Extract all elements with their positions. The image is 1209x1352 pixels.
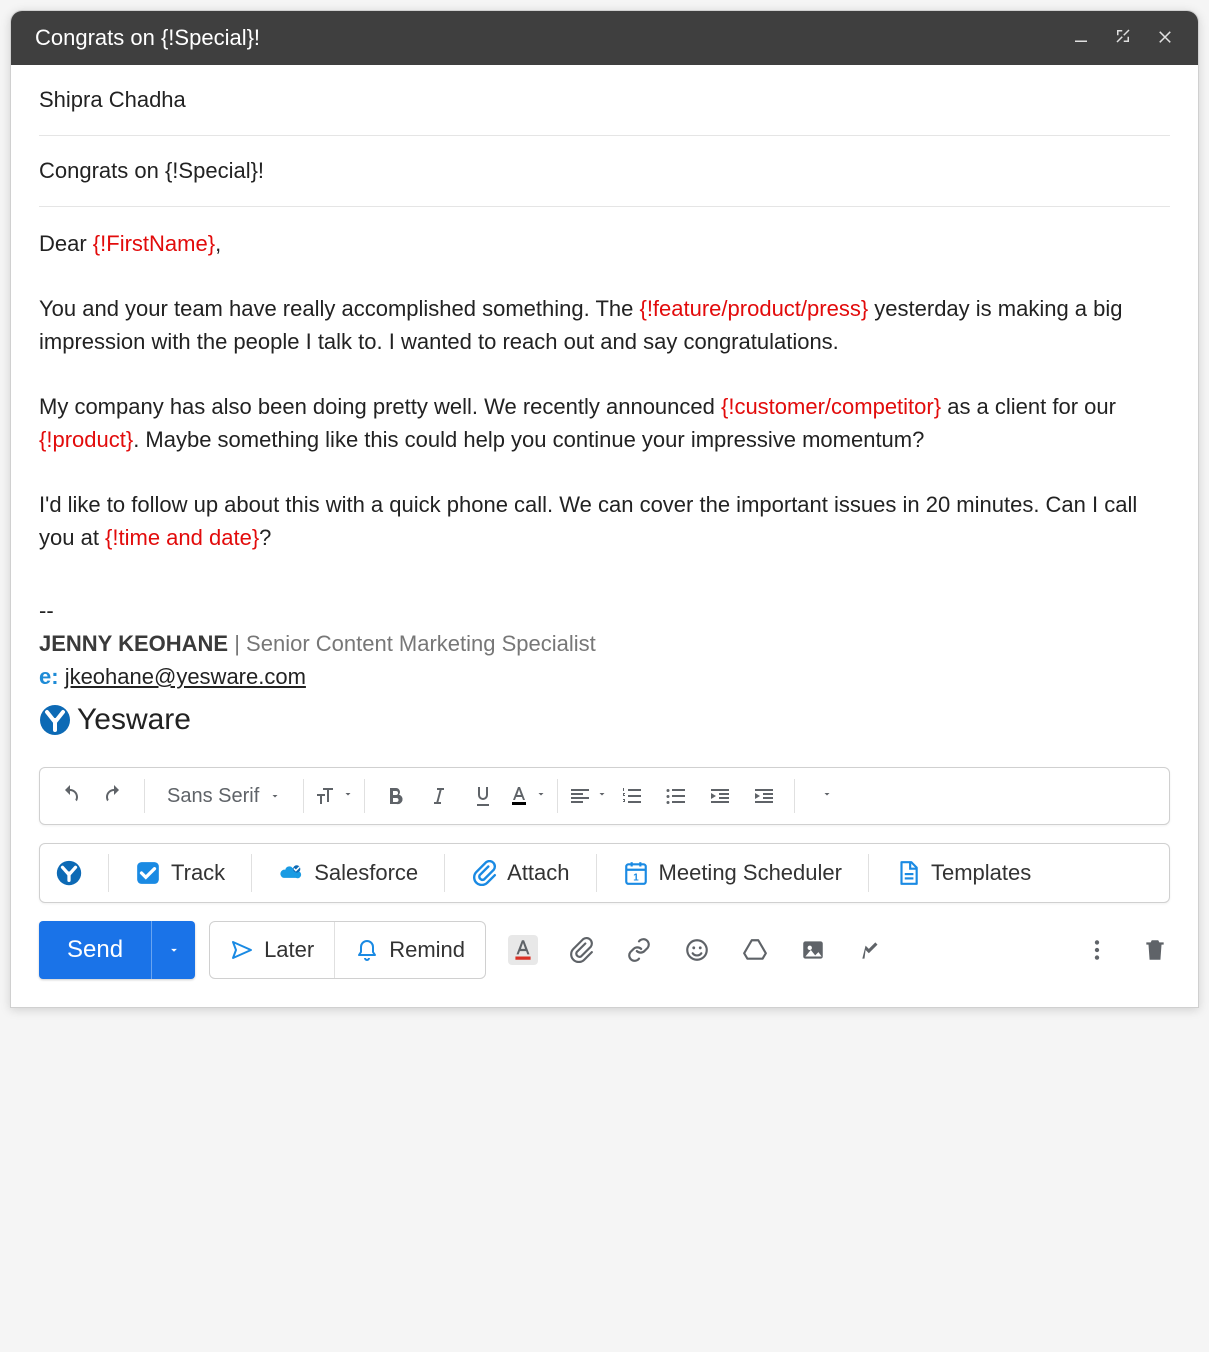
- signature-email-label: e:: [39, 664, 65, 689]
- svg-text:1: 1: [633, 873, 639, 884]
- yesware-logo-icon: [39, 704, 71, 736]
- insert-photo-button[interactable]: [798, 935, 828, 965]
- send-options-dropdown[interactable]: [151, 921, 195, 979]
- signature-email[interactable]: jkeohane@yesware.com: [65, 664, 306, 689]
- placeholder-customer: {!customer/competitor}: [721, 394, 941, 419]
- action-row: Send Later Remind: [39, 921, 1170, 979]
- body-paragraph-2: My company has also been doing pretty we…: [39, 390, 1170, 456]
- salesforce-cloud-icon: [278, 860, 304, 886]
- caret-down-icon: [167, 943, 181, 957]
- discard-draft-button[interactable]: [1140, 935, 1170, 965]
- signature-logo: Yesware: [39, 697, 1170, 742]
- indent-decrease-button[interactable]: [700, 776, 740, 816]
- toolbars: Sans Serif: [11, 767, 1198, 1007]
- confidential-mode-button[interactable]: [856, 935, 886, 965]
- templates-button[interactable]: Templates: [885, 856, 1041, 890]
- indent-increase-button[interactable]: [744, 776, 784, 816]
- caret-down-icon: [535, 787, 547, 805]
- font-size-button[interactable]: [314, 776, 354, 816]
- text-color-button[interactable]: [507, 776, 547, 816]
- body-paragraph-3: I'd like to follow up about this with a …: [39, 488, 1170, 554]
- minimize-icon[interactable]: [1072, 27, 1090, 50]
- signature-brand: Yesware: [77, 697, 191, 742]
- caret-down-icon: [821, 787, 833, 805]
- redo-button[interactable]: [94, 776, 134, 816]
- caret-down-icon: [269, 785, 281, 808]
- yesware-toolbar: Track Salesforce Attach 1 Meeting Schedu…: [39, 843, 1170, 903]
- placeholder-time: {!time and date}: [105, 525, 259, 550]
- expand-icon[interactable]: [1114, 27, 1132, 50]
- remind-button[interactable]: Remind: [334, 922, 485, 978]
- titlebar: Congrats on {!Special}!: [11, 11, 1198, 65]
- placeholder-firstname: {!FirstName}: [93, 231, 215, 256]
- calendar-icon: 1: [623, 860, 649, 886]
- numbered-list-button[interactable]: [612, 776, 652, 816]
- placeholder-product: {!product}: [39, 427, 133, 452]
- more-options-button[interactable]: [1082, 935, 1112, 965]
- bell-icon: [355, 938, 379, 962]
- meeting-scheduler-button[interactable]: 1 Meeting Scheduler: [613, 856, 852, 890]
- caret-down-icon: [596, 787, 608, 805]
- send-icon: [230, 938, 254, 962]
- insert-emoji-button[interactable]: [682, 935, 712, 965]
- greeting-line: Dear {!FirstName},: [39, 227, 1170, 260]
- more-formatting-button[interactable]: [805, 776, 845, 816]
- font-family-picker[interactable]: Sans Serif: [155, 785, 293, 808]
- body-paragraph-1: You and your team have really accomplish…: [39, 292, 1170, 358]
- insert-link-button[interactable]: [624, 935, 654, 965]
- bottom-icon-row: [508, 935, 1170, 965]
- attach-file-button[interactable]: [566, 935, 596, 965]
- italic-button[interactable]: [419, 776, 459, 816]
- yesware-logo-icon: [56, 860, 82, 886]
- signature-title: Senior Content Marketing Specialist: [246, 631, 596, 656]
- yesware-brand-button[interactable]: [54, 856, 92, 890]
- track-toggle[interactable]: Track: [125, 856, 235, 890]
- signature-separator: --: [39, 594, 1170, 627]
- close-icon[interactable]: [1156, 27, 1174, 50]
- header-fields: Shipra Chadha Congrats on {!Special}!: [11, 65, 1198, 207]
- undo-button[interactable]: [50, 776, 90, 816]
- compose-title: Congrats on {!Special}!: [35, 25, 260, 51]
- bulleted-list-button[interactable]: [656, 776, 696, 816]
- to-field[interactable]: Shipra Chadha: [39, 65, 1170, 136]
- underline-button[interactable]: [463, 776, 503, 816]
- signature-name: JENNY KEOHANE: [39, 631, 228, 656]
- caret-down-icon: [342, 787, 354, 805]
- attach-button[interactable]: Attach: [461, 856, 579, 890]
- send-later-button[interactable]: Later: [210, 922, 334, 978]
- signature-line: JENNY KEOHANE | Senior Content Marketing…: [39, 627, 1170, 660]
- subject-field[interactable]: Congrats on {!Special}!: [39, 136, 1170, 207]
- signature-email-line: e: jkeohane@yesware.com: [39, 660, 1170, 693]
- message-body[interactable]: Dear {!FirstName}, You and your team hav…: [11, 207, 1198, 767]
- compose-window: Congrats on {!Special}! Shipra Chadha Co…: [10, 10, 1199, 1008]
- paperclip-icon: [471, 860, 497, 886]
- schedule-group: Later Remind: [209, 921, 486, 979]
- titlebar-controls: [1072, 27, 1174, 50]
- formatting-toolbar: Sans Serif: [39, 767, 1170, 825]
- align-button[interactable]: [568, 776, 608, 816]
- send-button-group: Send: [39, 921, 195, 979]
- send-button[interactable]: Send: [39, 921, 151, 979]
- checkbox-checked-icon: [135, 860, 161, 886]
- text-format-toggle[interactable]: [508, 935, 538, 965]
- salesforce-button[interactable]: Salesforce: [268, 856, 428, 890]
- document-icon: [895, 860, 921, 886]
- bold-button[interactable]: [375, 776, 415, 816]
- insert-drive-button[interactable]: [740, 935, 770, 965]
- placeholder-feature: {!feature/product/press}: [639, 296, 868, 321]
